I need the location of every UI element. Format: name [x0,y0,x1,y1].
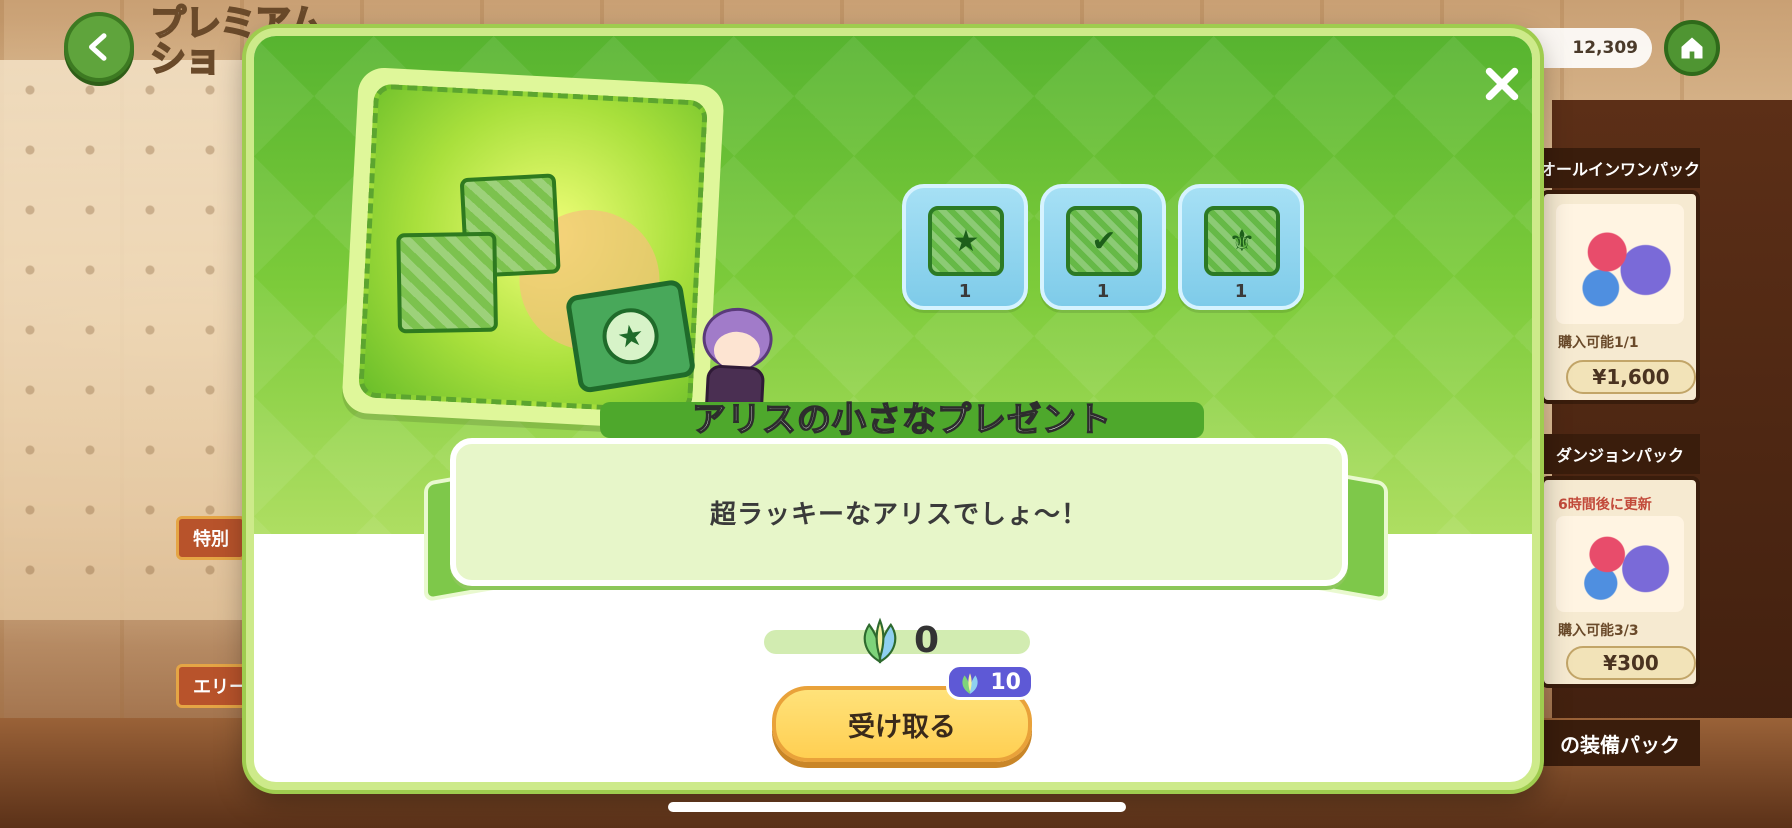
pack-price-button[interactable]: ¥1,600 [1566,360,1696,394]
present-description: 超ラッキーなアリスでしょ～！ [709,499,1088,530]
chevron-left-icon [89,33,107,61]
pack-card-all-in-one[interactable]: 購入可能1/1 ¥1,600 [1540,190,1700,404]
reward-count: 1 [1234,281,1248,302]
art-frame: ★ [358,83,775,422]
reward-item[interactable]: ⚜ 1 [1178,184,1304,310]
reward-count: 1 [958,281,972,302]
reward-item[interactable]: ✔ 1 [1040,184,1166,310]
close-button[interactable] [1476,58,1528,110]
cost-amount: 10 [990,669,1021,695]
pack-art [1556,516,1684,612]
pack-card-dungeon[interactable]: 6時間後に更新 購入可能3/3 ¥300 [1540,476,1700,688]
star-ticket-icon: ★ [928,206,1004,276]
present-dialog: ★ ★ 1 ✔ 1 ⚜ 1 超ラッキーなアリスでしょ～！ アリスの小さなプレゼン… [246,28,1540,790]
ticket-stack-icon [396,231,498,334]
cost-badge: 10 [946,664,1034,700]
back-button[interactable] [64,12,134,82]
home-icon [1681,37,1703,59]
reward-item[interactable]: ★ 1 [902,184,1028,310]
home-button[interactable] [1664,20,1720,76]
pack-refresh: 6時間後に更新 [1558,497,1652,513]
close-icon [1485,67,1519,101]
description-banner: 超ラッキーなアリスでしょ～！ [450,438,1348,586]
trident-ticket-stack-icon: ⚜ [1204,206,1280,276]
leaf-gem-icon [962,673,978,694]
pack-limit: 購入可能1/1 [1558,335,1639,351]
present-title: アリスの小さなプレゼント [691,399,1112,441]
pack-art [1556,204,1684,324]
pack-title-dungeon: ダンジョンパック [1540,434,1700,474]
leaf-gem-icon [863,617,897,664]
star-ticket-icon: ★ [564,278,697,394]
potion-ticket-stack-icon: ✔ [1066,206,1142,276]
owned-currency-amount: 0 [914,619,940,661]
reward-count: 1 [1096,281,1110,302]
pack-title-equipment: の装備パック [1540,720,1700,766]
pack-price-button[interactable]: ¥300 [1566,646,1696,680]
present-art-card: ★ [341,66,775,432]
side-tab-special[interactable]: 特別 [176,516,246,560]
pack-limit: 購入可能3/3 [1558,623,1639,639]
pack-title-all-in-one: オールインワンパック [1540,148,1700,188]
home-indicator[interactable] [668,802,1126,812]
